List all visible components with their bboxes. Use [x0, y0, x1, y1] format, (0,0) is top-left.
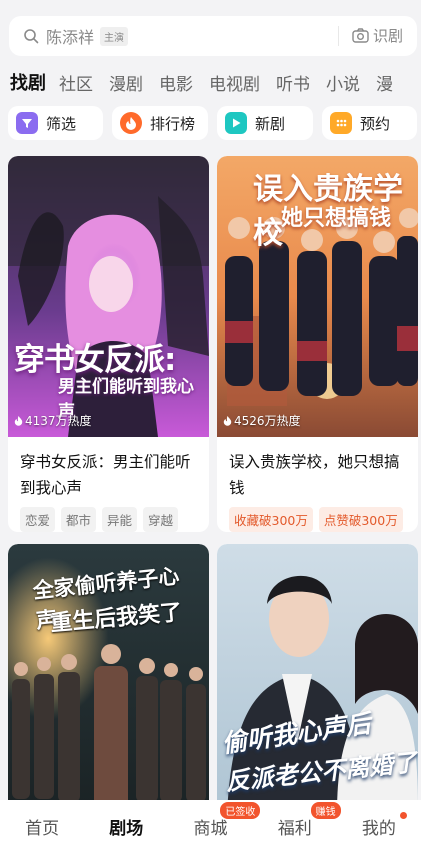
notification-dot: [400, 812, 408, 819]
tab-audiobook[interactable]: 听书: [276, 70, 310, 95]
heat-count: 4137万热度: [14, 412, 92, 429]
new-shows-button[interactable]: 新剧: [217, 106, 313, 140]
nav-home[interactable]: 首页: [0, 800, 84, 852]
show-card[interactable]: 偷听我心声后 反派老公不离婚了: [217, 544, 418, 814]
ranking-label: 排行榜: [150, 114, 196, 133]
nav-theater-label: 剧场: [109, 818, 144, 839]
show-tags: 恋爱 都市 异能 穿越: [8, 501, 209, 532]
nav-welfare[interactable]: 福利 赚钱: [253, 800, 341, 852]
heat-value: 4137万热度: [25, 414, 92, 428]
show-title[interactable]: 误入贵族学校，她只想搞钱: [217, 437, 418, 501]
nav-theater[interactable]: 剧场: [84, 800, 168, 852]
filter-label: 筛选: [46, 114, 77, 133]
tab-find-show[interactable]: 找剧: [10, 69, 46, 95]
search-bar[interactable]: 陈添祥 主演 识剧: [9, 16, 417, 56]
identify-show-label: 识剧: [372, 27, 403, 45]
tab-movie[interactable]: 电影: [159, 70, 193, 95]
heat-value: 4526万热度: [234, 414, 301, 428]
heat-count: 4526万热度: [223, 412, 301, 429]
ranking-button[interactable]: 排行榜: [112, 106, 208, 140]
tab-comic[interactable]: 漫: [376, 70, 393, 95]
new-shows-label: 新剧: [255, 114, 286, 133]
reservation-button[interactable]: 预约: [322, 106, 417, 140]
search-role-tag: 主演: [100, 26, 129, 46]
show-tag[interactable]: 恋爱: [20, 507, 56, 532]
show-poster[interactable]: 误入贵族学校 她只想搞钱 4526万热度: [217, 156, 418, 437]
bottom-navigation: 首页 剧场 商城 已签收 福利 赚钱 我的: [0, 800, 421, 852]
nav-welfare-label: 福利: [277, 818, 312, 839]
show-tag[interactable]: 收藏破300万: [229, 507, 313, 532]
show-tag[interactable]: 都市: [61, 507, 97, 532]
filter-button[interactable]: 筛选: [8, 106, 103, 140]
show-poster[interactable]: 全家偷听养子心声, 重生后我笑了: [8, 544, 209, 814]
flame-icon: [14, 416, 23, 426]
show-tag[interactable]: 异能: [102, 507, 138, 532]
camera-icon: [352, 28, 369, 43]
show-tag[interactable]: 穿越: [143, 507, 179, 532]
nav-mall[interactable]: 商城 已签收: [168, 800, 261, 852]
calendar-icon: [330, 112, 352, 134]
show-tags: 收藏破300万 点赞破300万: [217, 501, 418, 532]
nav-profile[interactable]: 我的: [337, 800, 421, 852]
search-icon: [24, 29, 39, 44]
show-tag[interactable]: 点赞破300万: [318, 507, 403, 532]
filter-icon: [16, 112, 38, 134]
flame-icon: [223, 416, 232, 426]
nav-profile-label: 我的: [361, 818, 396, 839]
search-query[interactable]: 陈添祥: [46, 24, 94, 48]
tab-tv-series[interactable]: 电视剧: [209, 70, 260, 95]
nav-home-label: 首页: [25, 818, 60, 839]
show-card[interactable]: 误入贵族学校 她只想搞钱 4526万热度 误入贵族学校，她只想搞钱 收藏破300…: [217, 156, 418, 532]
flame-icon: [120, 112, 142, 134]
theater-page: 陈添祥 主演 识剧 找剧 社区 漫剧 电影 电视剧 听书 小说 漫 筛选 排行榜…: [0, 0, 421, 852]
identify-show-button[interactable]: 识剧: [352, 25, 403, 46]
quick-entries: 筛选 排行榜 新剧 预约: [8, 106, 421, 140]
show-poster[interactable]: 偷听我心声后 反派老公不离婚了: [217, 544, 418, 814]
poster-subtitle: 她只想搞钱: [281, 206, 392, 231]
show-title[interactable]: 穿书女反派：男主们能听到我心声: [8, 437, 209, 501]
play-icon: [225, 112, 247, 134]
tab-comic-drama[interactable]: 漫剧: [109, 70, 143, 95]
tab-novel[interactable]: 小说: [326, 70, 360, 95]
show-poster[interactable]: 穿书女反派: 男主们能听到我心声 4137万热度: [8, 156, 209, 437]
reservation-label: 预约: [360, 114, 391, 133]
show-card[interactable]: 全家偷听养子心声, 重生后我笑了: [8, 544, 209, 814]
show-card[interactable]: 穿书女反派: 男主们能听到我心声 4137万热度 穿书女反派：男主们能听到我心声…: [8, 156, 209, 532]
category-tabs: 找剧 社区 漫剧 电影 电视剧 听书 小说 漫: [10, 68, 409, 96]
tab-community[interactable]: 社区: [59, 70, 93, 95]
search-divider: [338, 26, 339, 46]
